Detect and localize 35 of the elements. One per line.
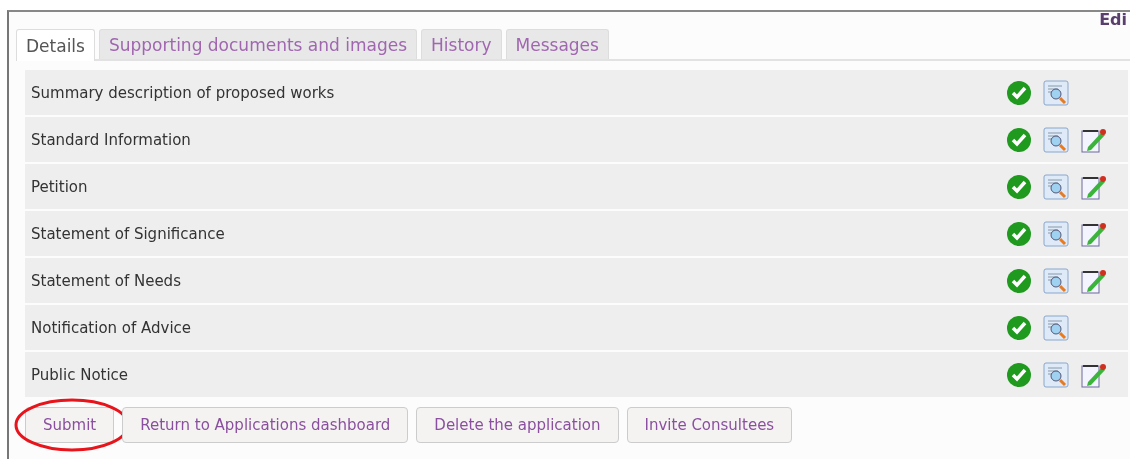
notepad-pencil-icon[interactable] (1080, 126, 1106, 153)
tab[interactable]: Details (16, 29, 95, 61)
section-label: Public Notice (31, 365, 130, 384)
section-label: Statement of Significance (31, 224, 226, 243)
document-magnifier-icon[interactable] (1043, 173, 1069, 200)
notepad-pencil-icon[interactable] (1080, 220, 1106, 247)
notepad-pencil-icon[interactable] (1080, 173, 1106, 200)
action-button[interactable]: Return to Applications dashboard (122, 407, 409, 443)
checkmark-icon (1006, 314, 1032, 341)
document-magnifier-icon[interactable] (1043, 267, 1069, 294)
checkmark-icon (1006, 173, 1032, 200)
action-button[interactable]: Invite Consultees (626, 407, 793, 443)
tab[interactable]: Supporting documents and images (98, 29, 418, 59)
section-label: Notification of Advice (31, 318, 193, 337)
document-magnifier-icon[interactable] (1043, 314, 1069, 341)
checkmark-icon (1006, 79, 1032, 106)
notepad-pencil-icon[interactable] (1080, 361, 1106, 388)
tab[interactable]: History (421, 29, 502, 59)
tab[interactable]: Messages (505, 29, 609, 59)
section-label: Summary description of proposed works (31, 83, 336, 102)
checkmark-icon (1006, 361, 1032, 388)
checkmark-icon (1006, 220, 1032, 247)
document-magnifier-icon[interactable] (1043, 79, 1069, 106)
section-label: Standard Information (31, 130, 192, 149)
edit-link[interactable]: Edi (1099, 10, 1127, 29)
section-label: Statement of Needs (31, 271, 182, 290)
checkmark-icon (1006, 126, 1032, 153)
document-magnifier-icon[interactable] (1043, 126, 1069, 153)
notepad-pencil-icon[interactable] (1080, 267, 1106, 294)
section-label: Petition (31, 177, 89, 196)
checkmark-icon (1006, 267, 1032, 294)
document-magnifier-icon[interactable] (1043, 220, 1069, 247)
action-button[interactable]: Delete the application (416, 407, 619, 443)
document-magnifier-icon[interactable] (1043, 361, 1069, 388)
action-button[interactable]: Submit (25, 407, 115, 443)
